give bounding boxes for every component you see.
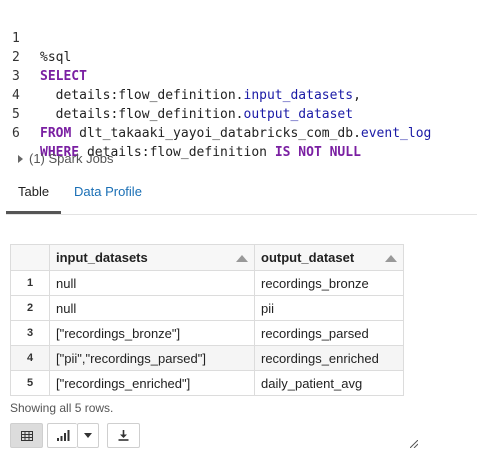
chart-options-dropdown[interactable] bbox=[77, 423, 99, 448]
table-row: 5 ["recordings_enriched"] daily_patient_… bbox=[10, 370, 404, 396]
cell-output-dataset[interactable]: recordings_bronze bbox=[254, 270, 404, 296]
row-count-status: Showing all 5 rows. bbox=[10, 401, 114, 415]
row-index: 1 bbox=[10, 270, 50, 296]
code-line-2: 2 SELECT bbox=[0, 29, 477, 84]
dropdown-caret-icon bbox=[84, 433, 92, 438]
resize-handle-icon[interactable] bbox=[410, 440, 418, 448]
table-row: 2 null pii bbox=[10, 295, 404, 321]
code-line-4: 4 details:flow_definition.output_dataset bbox=[0, 67, 477, 122]
bar-chart-icon bbox=[56, 430, 69, 441]
keyword-null: NULL bbox=[321, 145, 361, 160]
sort-icon[interactable] bbox=[385, 255, 397, 262]
cell-input-datasets[interactable]: ["pii","recordings_parsed"] bbox=[49, 345, 255, 371]
index-header bbox=[10, 244, 50, 271]
cell-output-dataset[interactable]: recordings_parsed bbox=[254, 320, 404, 346]
table-icon bbox=[20, 430, 33, 441]
spark-jobs-label: (1) Spark Jobs bbox=[29, 151, 114, 166]
keyword-from: FROM bbox=[40, 126, 72, 141]
result-tabs: Table Data Profile bbox=[6, 180, 477, 215]
column-header-label: output_dataset bbox=[261, 250, 355, 265]
download-button[interactable] bbox=[107, 423, 140, 448]
cell-output-dataset[interactable]: recordings_enriched bbox=[254, 345, 404, 371]
column-header-output-dataset[interactable]: output_dataset bbox=[254, 244, 404, 271]
row-index: 5 bbox=[10, 370, 50, 396]
code-text: dlt_takaaki_yayoi_databricks_com_db. bbox=[71, 126, 361, 141]
code-line-3: 3 details:flow_definition.input_datasets… bbox=[0, 48, 477, 103]
table-view-button[interactable] bbox=[10, 423, 43, 448]
column-header-input-datasets[interactable]: input_datasets bbox=[49, 244, 255, 271]
code-editor[interactable]: 1 %sql 2 SELECT 3 details:flow_definitio… bbox=[0, 10, 477, 160]
active-tab-indicator bbox=[6, 211, 61, 214]
spark-jobs-toggle[interactable]: (1) Spark Jobs bbox=[18, 151, 114, 166]
row-index: 4 bbox=[10, 345, 50, 371]
row-index: 3 bbox=[10, 320, 50, 346]
code-line-5: 5 FROM dlt_takaaki_yayoi_databricks_com_… bbox=[0, 86, 477, 141]
chart-view-button[interactable] bbox=[47, 423, 77, 448]
line-number: 6 bbox=[12, 126, 20, 141]
column-header-label: input_datasets bbox=[56, 250, 148, 265]
table-row: 1 null recordings_bronze bbox=[10, 270, 404, 296]
table-row: 4 ["pii","recordings_parsed"] recordings… bbox=[10, 345, 404, 371]
tab-data-profile[interactable]: Data Profile bbox=[74, 184, 142, 213]
code-line-6: 6 WHERE details:flow_definition IS NOT N… bbox=[0, 105, 477, 160]
cell-output-dataset[interactable]: daily_patient_avg bbox=[254, 370, 404, 396]
tab-table-label: Table bbox=[18, 184, 50, 199]
keyword-is-not: IS NOT bbox=[274, 145, 322, 160]
cell-input-datasets[interactable]: ["recordings_enriched"] bbox=[49, 370, 255, 396]
table-header-row: input_datasets output_dataset bbox=[10, 244, 404, 271]
row-index: 2 bbox=[10, 295, 50, 321]
cell-output-dataset[interactable]: pii bbox=[254, 295, 404, 321]
cell-input-datasets[interactable]: ["recordings_bronze"] bbox=[49, 320, 255, 346]
code-field: event_log bbox=[360, 126, 432, 141]
tab-data-profile-label: Data Profile bbox=[74, 184, 142, 199]
sort-icon[interactable] bbox=[236, 255, 248, 262]
result-toolbar bbox=[10, 423, 140, 448]
caret-right-icon bbox=[18, 154, 23, 163]
cell-input-datasets[interactable]: null bbox=[49, 270, 255, 296]
code-line-1: 1 %sql bbox=[0, 10, 477, 65]
cell-input-datasets[interactable]: null bbox=[49, 295, 255, 321]
download-icon bbox=[118, 430, 129, 441]
tab-table[interactable]: Table bbox=[18, 184, 49, 213]
results-table: input_datasets output_dataset 1 null rec… bbox=[10, 244, 404, 396]
table-row: 3 ["recordings_bronze"] recordings_parse… bbox=[10, 320, 404, 346]
